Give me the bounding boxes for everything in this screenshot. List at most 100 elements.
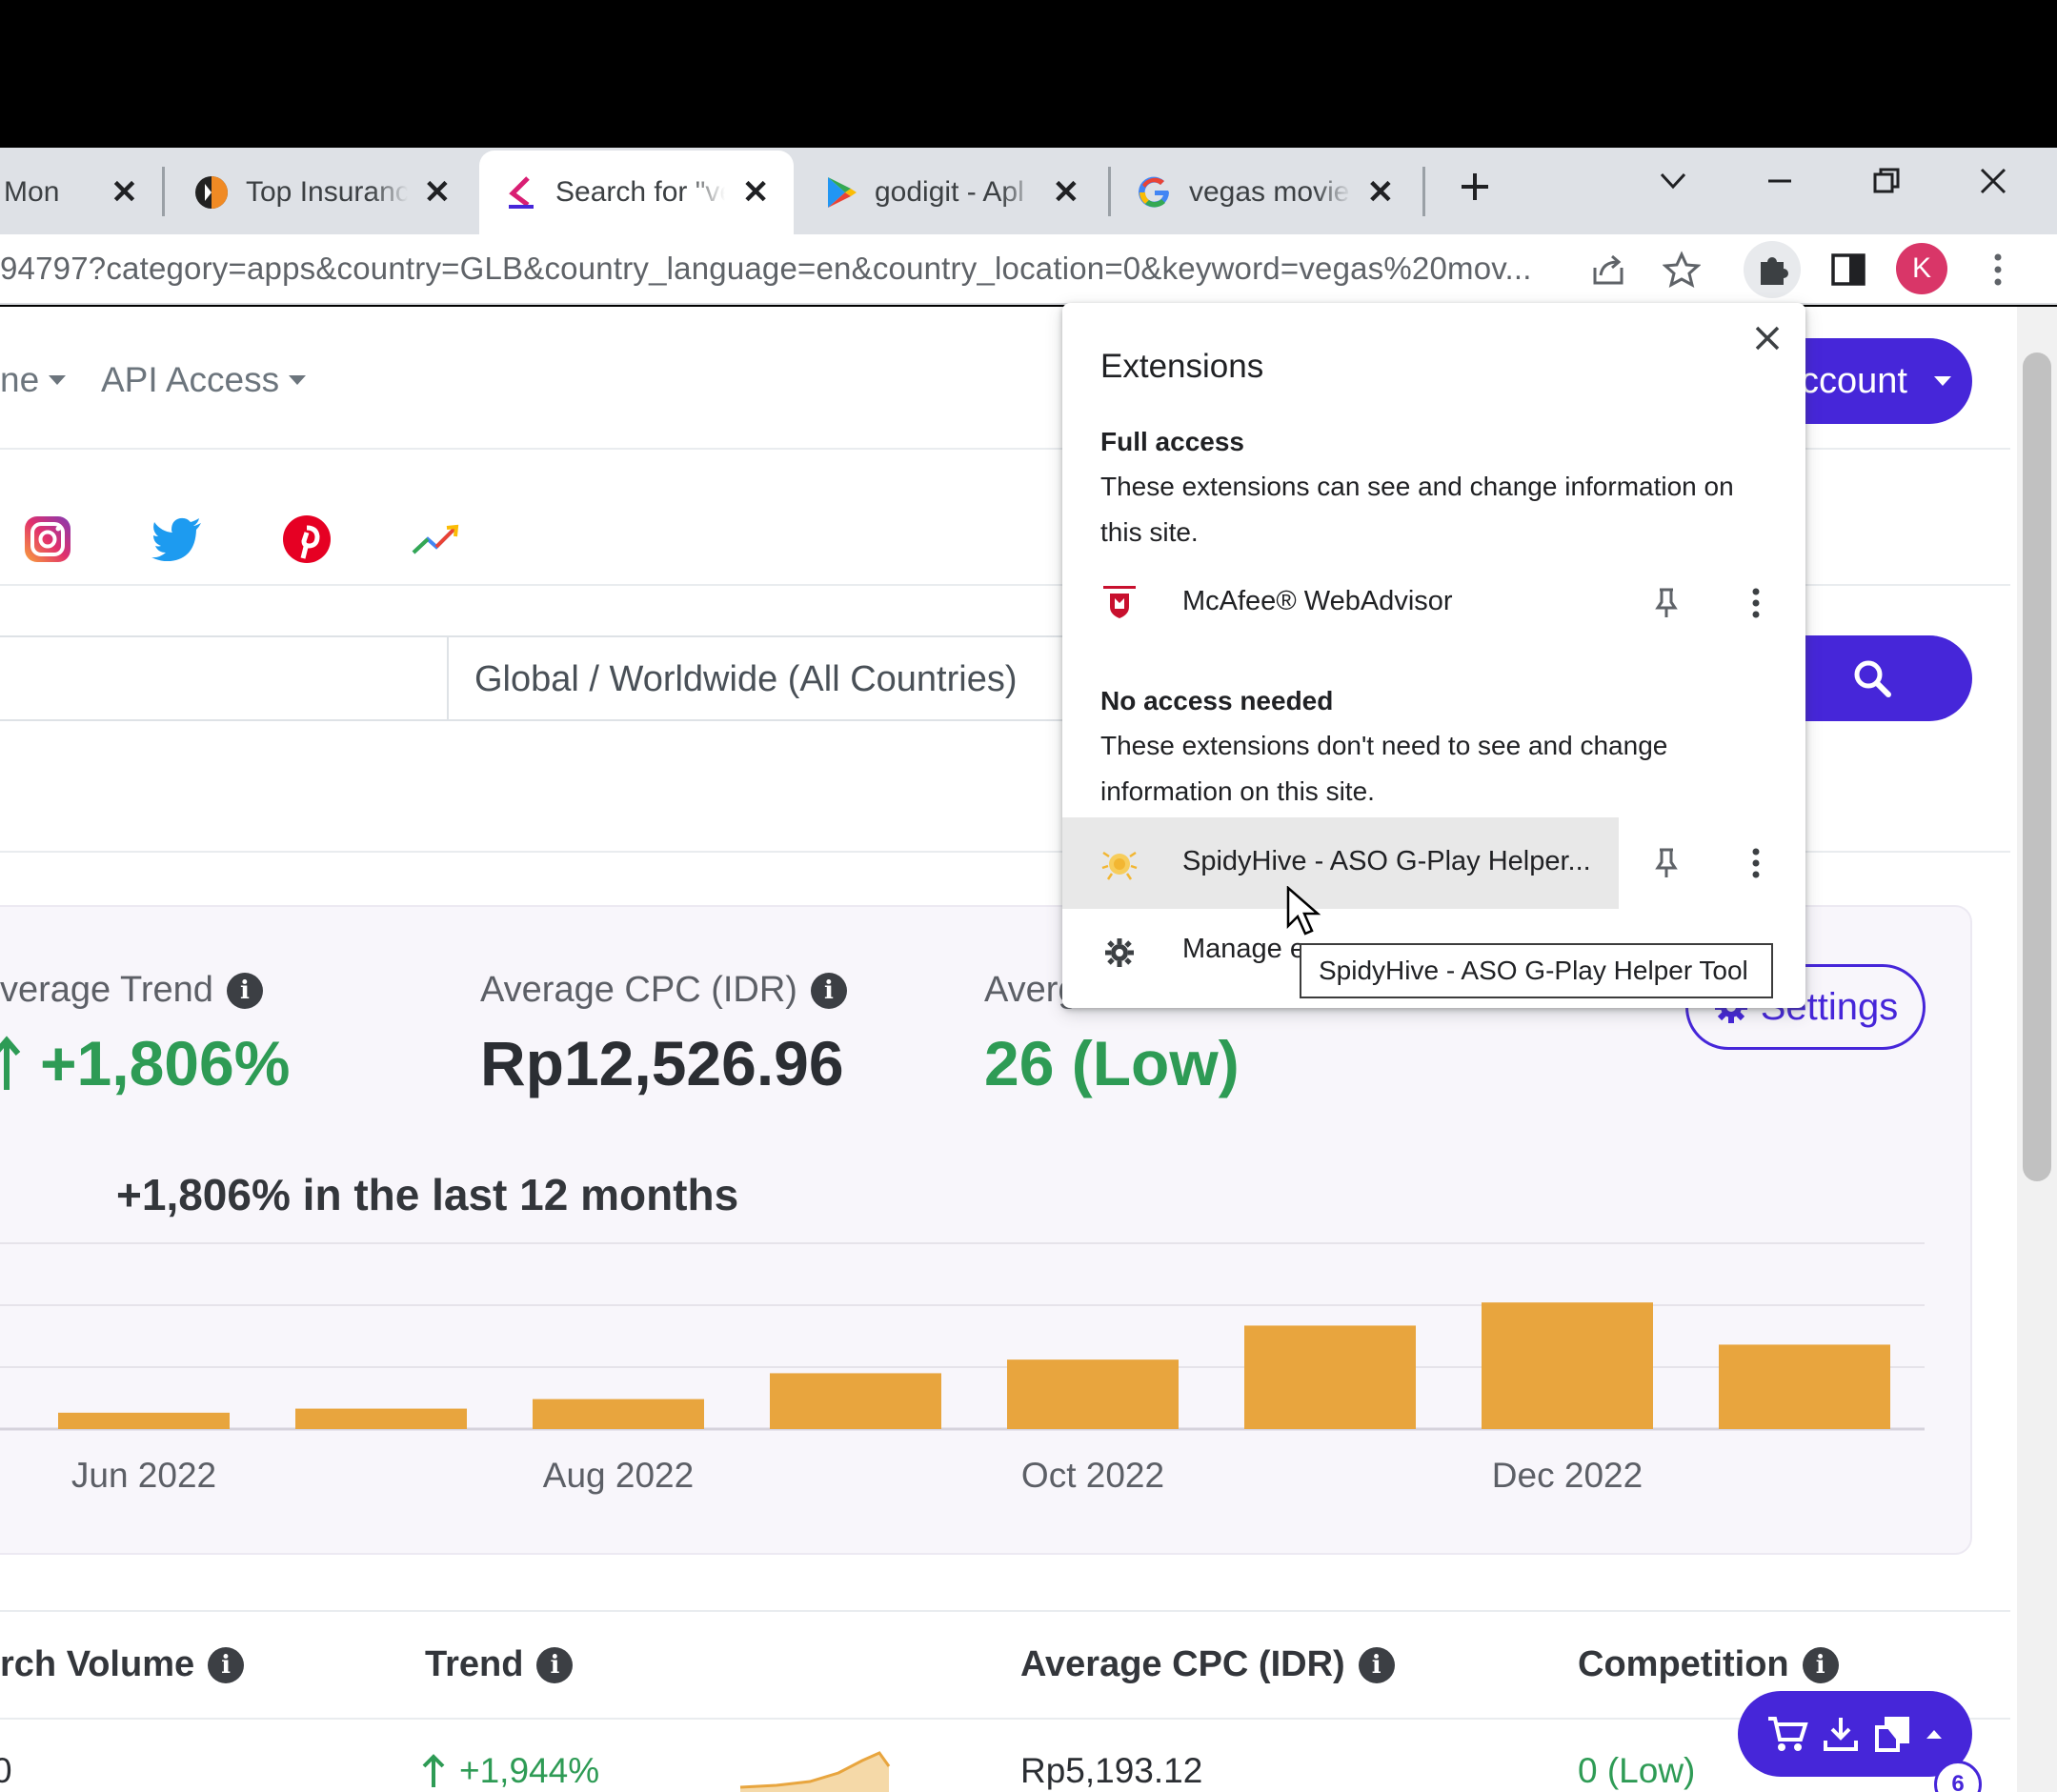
extension-name: SpidyHive - ASO G-Play Helper... <box>1182 846 1591 876</box>
caret-up-icon <box>1926 1730 1942 1739</box>
tab-1[interactable]: ve Mon ✕ <box>0 151 162 234</box>
kebab-menu-icon <box>1994 253 2002 286</box>
info-icon[interactable]: i <box>536 1646 574 1683</box>
close-icon[interactable]: ✕ <box>740 174 771 211</box>
field-divider <box>447 635 449 721</box>
pinterest-icon[interactable] <box>280 513 333 566</box>
tab-2[interactable]: Top Insuranc ✕ <box>170 151 474 234</box>
close-popup-button[interactable] <box>1748 319 1786 357</box>
column-header-competition[interactable]: Competition i <box>1578 1644 1839 1685</box>
side-panel-icon <box>1831 253 1865 286</box>
trend-sparkline <box>739 1751 891 1792</box>
arrow-up-icon <box>0 1036 21 1090</box>
close-icon <box>1980 168 2007 194</box>
kebab-menu-icon[interactable] <box>1735 582 1777 624</box>
puzzle-icon <box>1761 257 1788 285</box>
column-header-cpc[interactable]: Average CPC (IDR) i <box>1020 1644 1395 1685</box>
extension-tooltip: SpidyHive - ASO G-Play Helper Tool <box>1300 943 1773 998</box>
caret-down-icon <box>1933 376 1951 386</box>
tab-5[interactable]: vegas movie ✕ <box>1113 151 1418 234</box>
chart-bar-aug-2022[interactable] <box>533 1399 704 1429</box>
average-trend-value: +1,806% <box>0 1027 290 1099</box>
country-select-value: Global / Worldwide (All Countries) <box>474 659 1018 699</box>
extension-row-mcafee[interactable]: McAfee® WebAdvisor <box>1062 557 1805 649</box>
extension-row-spidyhive[interactable]: SpidyHive - ASO G-Play Helper... <box>1062 817 1805 909</box>
extension-name: McAfee® WebAdvisor <box>1182 586 1453 616</box>
pin-icon[interactable] <box>1645 582 1687 624</box>
bookmark-button[interactable] <box>1653 241 1710 298</box>
info-icon[interactable]: i <box>1358 1646 1395 1683</box>
tab-separator <box>1108 167 1111 216</box>
share-icon <box>1593 254 1623 285</box>
nav-item-partial[interactable]: ne <box>0 360 67 400</box>
tab-separator <box>1422 167 1425 216</box>
column-header-volume[interactable]: rch Volume i <box>0 1644 245 1685</box>
screen-top-area <box>0 0 2057 148</box>
caret-down-icon <box>289 375 307 385</box>
info-icon[interactable]: i <box>1802 1646 1839 1683</box>
chart-bar-jan-2023[interactable] <box>1719 1344 1890 1429</box>
tab-3-active[interactable]: Search for "ve ✕ <box>479 151 794 234</box>
close-icon[interactable]: ✕ <box>423 174 452 211</box>
close-icon[interactable]: ✕ <box>1052 174 1080 211</box>
tab-label: ve Mon <box>0 176 60 208</box>
minimize-button[interactable] <box>1751 152 1808 210</box>
full-access-description: These extensions can see and change info… <box>1100 472 1734 547</box>
kebab-menu-icon[interactable] <box>1735 842 1777 884</box>
restore-button[interactable] <box>1858 152 1915 210</box>
address-bar[interactable]: 94797?category=apps&country=GLB&country_… <box>0 247 1553 291</box>
tab-4[interactable]: godigit - Apl ✕ <box>798 151 1103 234</box>
info-icon[interactable]: i <box>208 1646 245 1683</box>
trending-icon[interactable] <box>410 513 463 566</box>
tab-label: Top Insuranc <box>246 176 408 208</box>
gear-icon <box>1100 934 1139 972</box>
copy-icon <box>1875 1717 1909 1752</box>
share-button[interactable] <box>1580 241 1637 298</box>
stat-value-text: +1,806% <box>40 1028 291 1098</box>
no-access-description: These extensions don't need to see and c… <box>1100 731 1668 806</box>
extensions-title: Extensions <box>1100 348 1264 385</box>
tab-label: Search for "ve <box>555 176 726 208</box>
profile-avatar[interactable]: K <box>1896 243 1947 294</box>
tab-separator <box>162 167 165 216</box>
chart-bar-oct-2022[interactable] <box>1007 1359 1179 1429</box>
close-window-button[interactable] <box>1965 152 2022 210</box>
account-label: ccount <box>1801 360 1907 401</box>
cell-cpc: Rp5,193.12 <box>1020 1751 1203 1790</box>
chart-bar-dec-2022[interactable] <box>1482 1302 1653 1429</box>
tab-search-button[interactable] <box>1644 152 1702 210</box>
spidyhive-icon <box>1100 844 1139 882</box>
column-header-label: Trend <box>425 1644 524 1684</box>
browser-menu-button[interactable] <box>1969 241 2027 298</box>
search-icon <box>1854 660 1891 697</box>
close-icon[interactable]: ✕ <box>110 174 139 211</box>
scrollbar-thumb[interactable] <box>2023 352 2051 1181</box>
full-access-heading: Full access <box>1100 427 1244 456</box>
cell-trend-text: +1,944% <box>459 1751 600 1790</box>
chart-x-tick-label: Jun 2022 <box>71 1456 217 1495</box>
chart-bar-nov-2022[interactable] <box>1244 1325 1416 1429</box>
chart-bar-sep-2022[interactable] <box>770 1373 941 1429</box>
instagram-icon[interactable] <box>21 513 74 566</box>
caret-down-icon <box>49 375 67 385</box>
action-fab[interactable] <box>1738 1691 1972 1777</box>
nav-item-api-access[interactable]: API Access <box>101 360 307 400</box>
new-tab-button[interactable] <box>1446 158 1503 215</box>
extensions-button[interactable] <box>1744 241 1801 298</box>
chart-bar-jun-2022[interactable] <box>58 1412 230 1429</box>
trend-summary: +1,806% in the last 12 months <box>116 1170 739 1219</box>
trend-bar-chart <box>0 1242 1925 1431</box>
close-icon[interactable]: ✕ <box>1366 174 1395 211</box>
competition-value: 26 (Low) <box>984 1028 1240 1098</box>
keyword-tool-favicon-icon <box>502 173 540 211</box>
pin-icon[interactable] <box>1645 842 1687 884</box>
info-icon[interactable]: i <box>226 972 263 1009</box>
cell-volume: 0 <box>0 1751 12 1790</box>
tab-label: vegas movie <box>1189 176 1350 208</box>
close-icon <box>1755 326 1780 351</box>
info-icon[interactable]: i <box>810 972 847 1009</box>
column-header-trend[interactable]: Trend i <box>425 1644 574 1685</box>
side-panel-button[interactable] <box>1820 241 1877 298</box>
chart-bar-jul-2022[interactable] <box>295 1408 467 1429</box>
twitter-icon[interactable] <box>151 513 204 566</box>
